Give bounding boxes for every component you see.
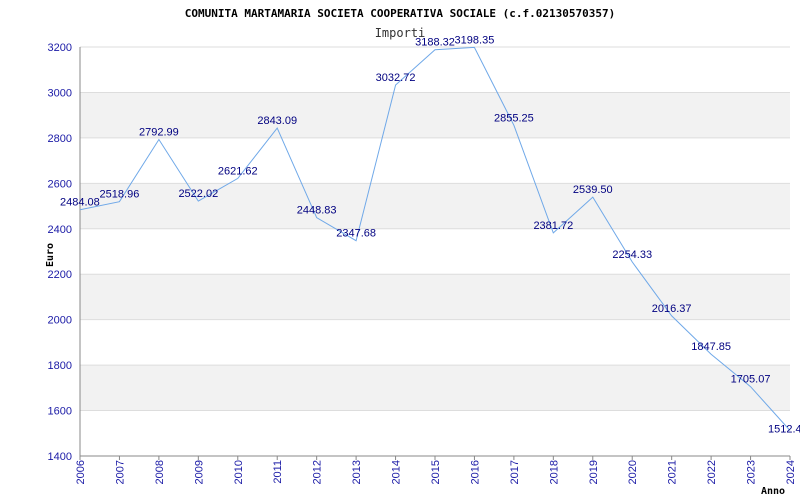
x-tick-label: 2007	[114, 460, 126, 484]
x-tick-label: 2020	[627, 460, 639, 484]
x-tick-label: 2010	[233, 460, 245, 484]
data-label: 1847.85	[691, 341, 731, 353]
y-tick-label: 1800	[48, 360, 72, 372]
x-tick-label: 2006	[75, 460, 87, 484]
y-tick-label: 2200	[48, 269, 72, 281]
line-chart: 1400 1600 1800 2000 2200 2400 2600 2800 3000 3200…	[45, 7, 800, 497]
y-tick-label: 3000	[48, 87, 72, 99]
grid-band	[80, 365, 790, 411]
x-tick-label: 2016	[469, 460, 481, 484]
data-label: 2539.50	[573, 184, 613, 196]
grid-band	[80, 92, 790, 138]
chart-subtitle: Importi	[375, 26, 426, 40]
x-tick-labels: 2006 2007 2008 2009 2010 2011 2012 2013 2014 2015…	[75, 460, 797, 484]
y-tick-label: 2800	[48, 133, 72, 145]
y-tick-label: 2000	[48, 315, 72, 327]
y-tick-label: 1400	[48, 451, 72, 463]
x-tick-label: 2022	[706, 460, 718, 484]
y-tick-label: 3200	[48, 42, 72, 54]
data-label: 2347.68	[336, 228, 376, 240]
x-tick-label: 2017	[509, 460, 521, 484]
data-label: 1512.4	[768, 423, 800, 435]
x-tick-label: 2021	[667, 460, 679, 484]
y-tick-label: 2400	[48, 224, 72, 236]
x-tick-label: 2015	[430, 460, 442, 484]
x-tick-label: 2019	[588, 460, 600, 484]
x-tick-label: 2024	[785, 460, 797, 484]
data-label: 2843.09	[257, 115, 297, 127]
data-label: 2522.02	[178, 188, 218, 200]
data-label: 3198.35	[455, 34, 495, 46]
data-label: 1705.07	[731, 374, 771, 386]
data-label: 2381.72	[533, 220, 573, 232]
y-tick-label: 1600	[48, 406, 72, 418]
x-tick-label: 2014	[391, 460, 403, 484]
chart-title: COMUNITA MARTAMARIA SOCIETA COOPERATIVA …	[185, 7, 615, 20]
data-label: 2621.62	[218, 165, 258, 177]
x-tick-label: 2023	[746, 460, 758, 484]
data-label: 2855.25	[494, 112, 534, 124]
plot-bands	[80, 92, 790, 411]
x-tick-label: 2018	[548, 460, 560, 484]
y-axis-label: Euro	[45, 243, 56, 267]
data-label: 2254.33	[612, 249, 652, 261]
data-label: 2016.37	[652, 303, 692, 315]
x-tick-label: 2012	[312, 460, 324, 484]
data-label: 2518.96	[100, 189, 140, 201]
data-label: 2792.99	[139, 126, 179, 138]
data-label: 2448.83	[297, 205, 337, 217]
x-axis-label: Anno	[761, 486, 785, 497]
x-tick-label: 2008	[154, 460, 166, 484]
x-tick-label: 2011	[272, 460, 284, 484]
x-tick-label: 2009	[193, 460, 205, 484]
x-tick-label: 2013	[351, 460, 363, 484]
y-tick-label: 2600	[48, 178, 72, 190]
data-label: 2484.08	[60, 197, 100, 209]
data-label: 3032.72	[376, 72, 416, 84]
